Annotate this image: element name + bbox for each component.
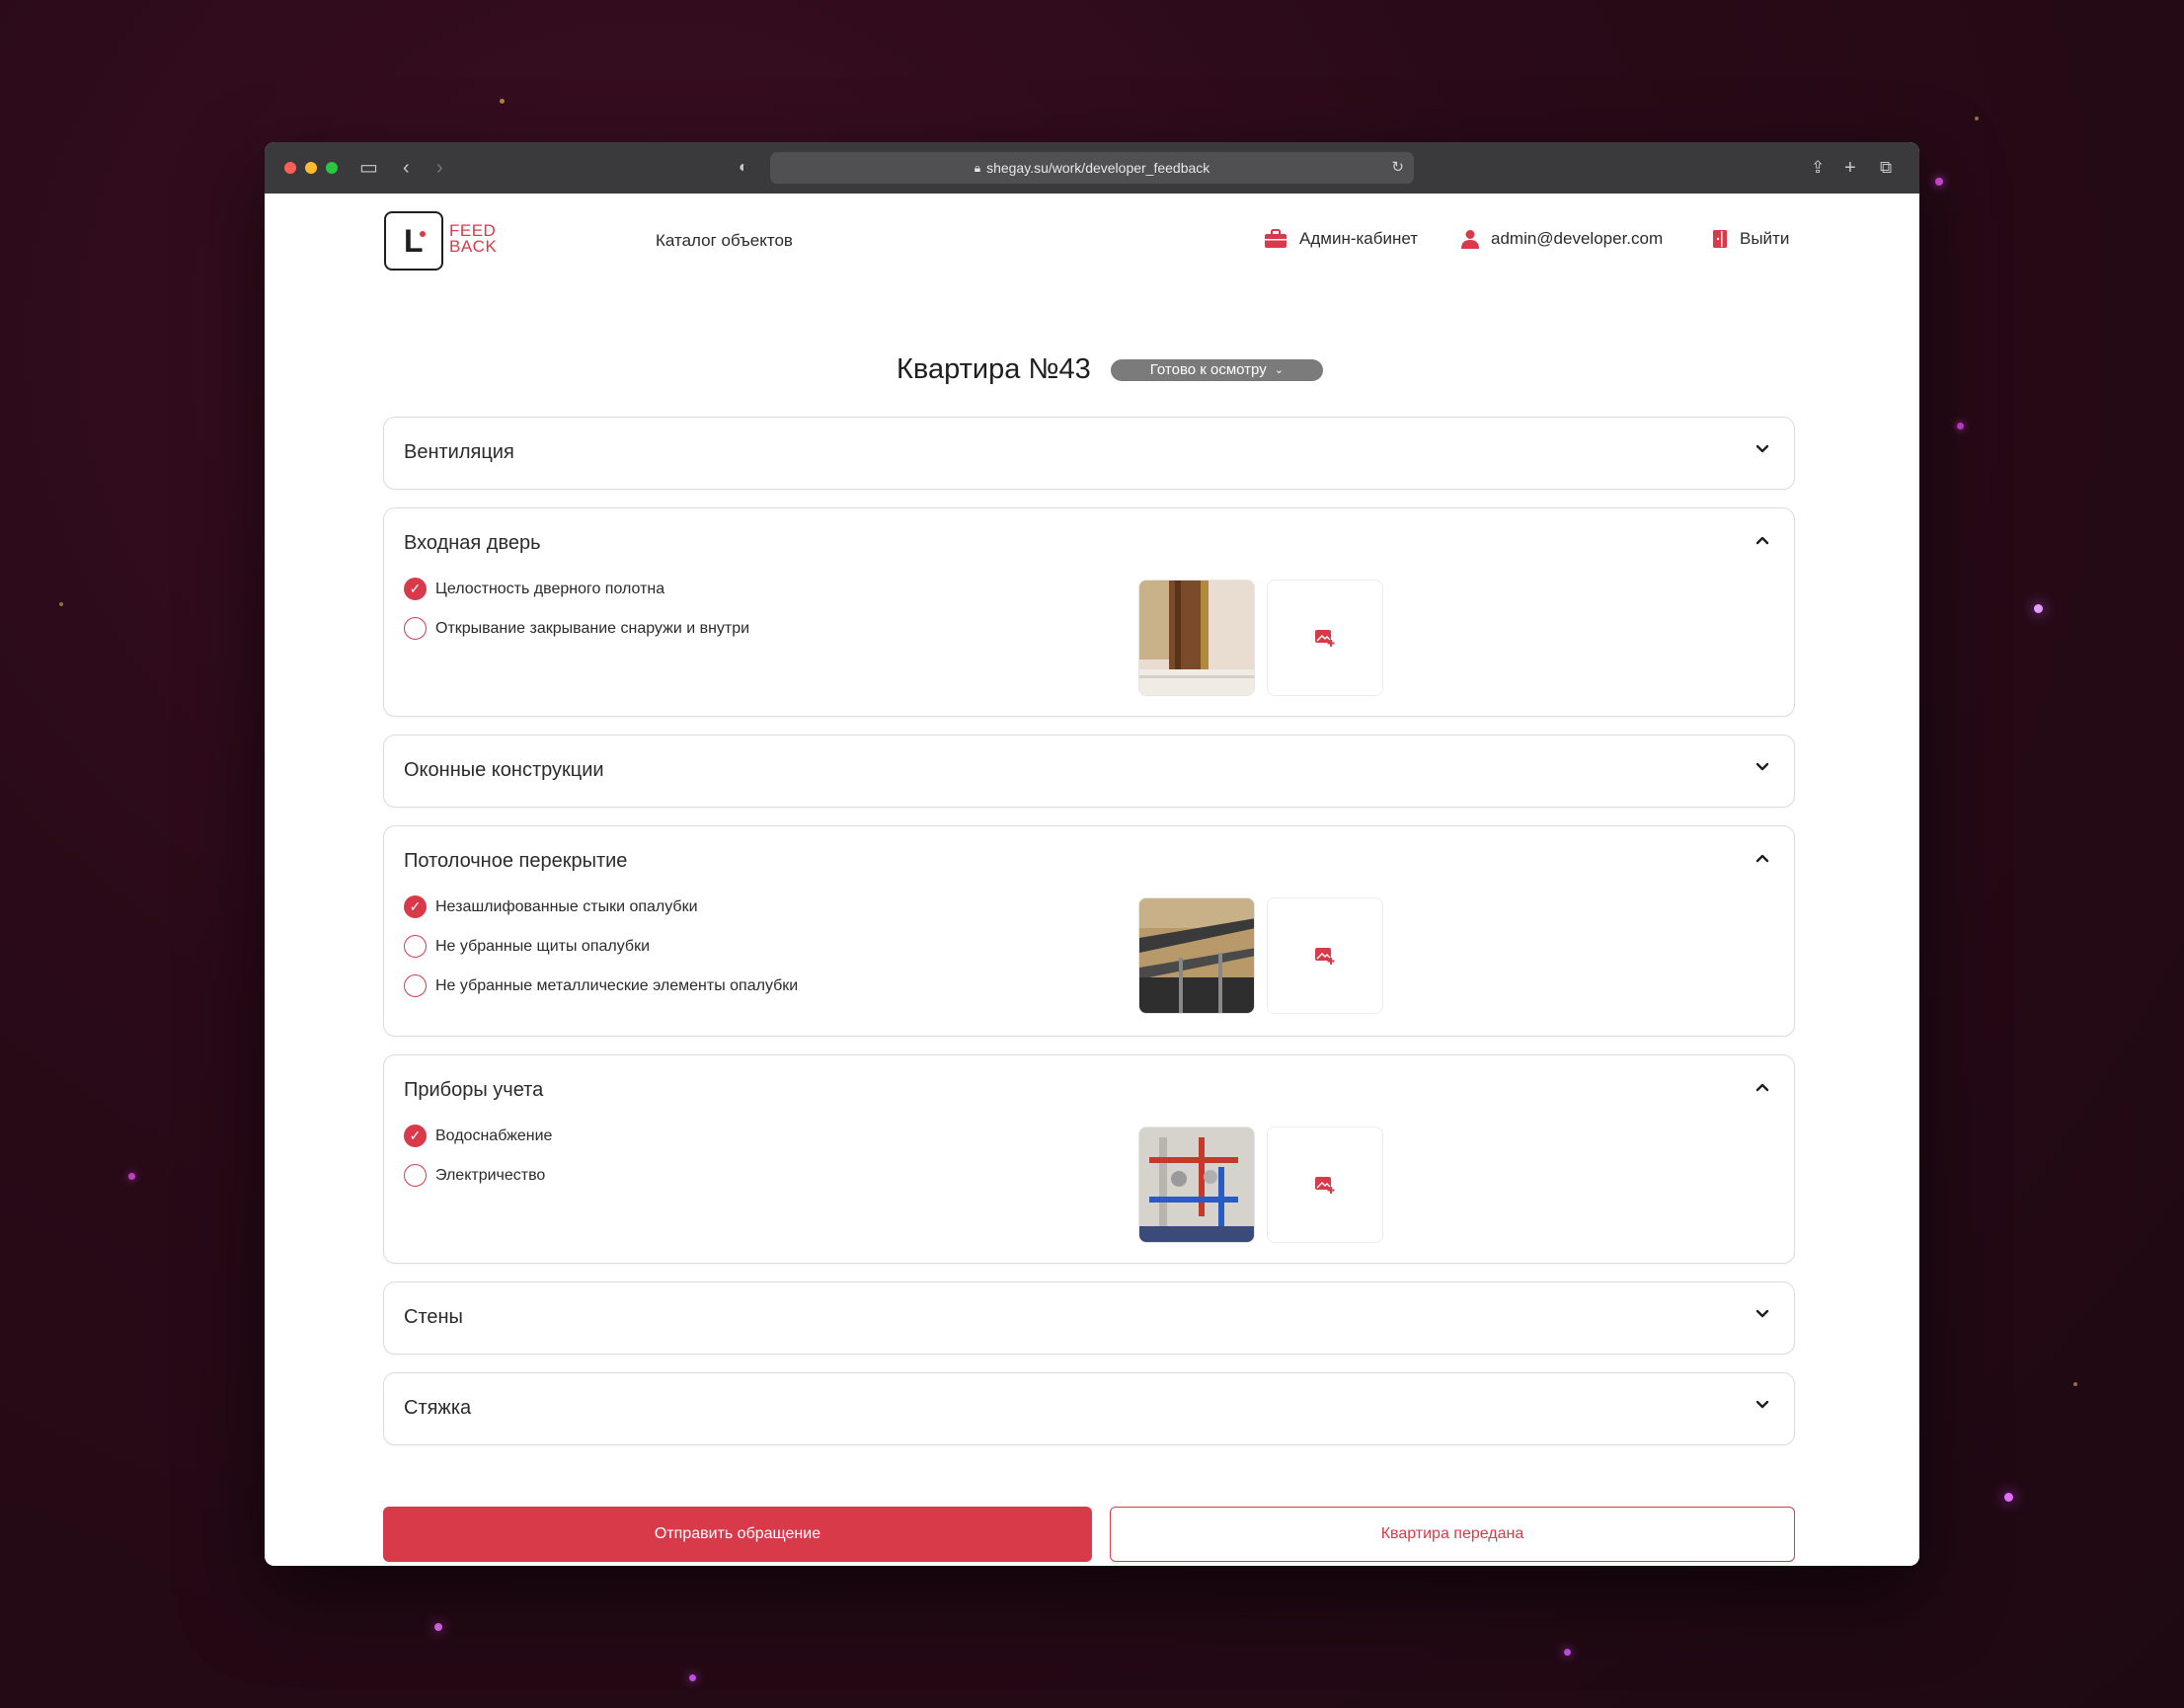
photo-thumbnail-door[interactable] [1138,580,1255,696]
browser-window: ▭ ‹ › ◐ 🔒︎ shegay.su/work/developer_feed… [265,142,1919,1566]
checkbox-checked[interactable]: ✓ [404,1125,427,1147]
title-row: Квартира №43 Готово к осмотру ⌄ [265,353,1919,386]
submit-request-button[interactable]: Отправить обращение [383,1507,1092,1562]
url-text: shegay.su/work/developer_feedback [986,160,1210,176]
photo-thumbnail-ceiling[interactable] [1138,897,1255,1014]
add-image-icon [1315,630,1335,647]
checkbox-unchecked[interactable] [404,1164,427,1187]
lock-icon: 🔒︎ [974,160,981,175]
chevron-down-icon: ⌄ [1274,364,1284,376]
add-image-icon [1315,948,1335,965]
admin-cabinet-link[interactable]: Админ-кабинет [1264,229,1418,249]
checkbox-unchecked[interactable] [404,974,427,997]
section-title: Приборы учета [404,1079,544,1101]
add-photo-button[interactable] [1267,1126,1383,1243]
checklist-item[interactable]: Открывание закрывание снаружи и внутри [404,617,749,640]
logo-text[interactable]: FEED BACK [449,222,497,255]
checkbox-checked[interactable]: ✓ [404,578,427,600]
section-screed[interactable]: Стяжка [383,1372,1795,1445]
section-title: Стяжка [404,1397,472,1419]
section-meters[interactable]: Приборы учета ✓ Водоснабжение Электричес… [383,1054,1795,1264]
tabs-overview-icon[interactable]: ⧉ [1880,156,1892,180]
checklist-item[interactable]: ✓ Целостность дверного полотна [404,578,664,600]
share-icon[interactable]: ⇪ [1811,156,1825,180]
status-dropdown[interactable]: Готово к осмотру ⌄ [1110,358,1323,381]
briefcase-icon [1265,229,1287,248]
section-walls[interactable]: Стены [383,1281,1795,1355]
checklist-item[interactable]: Не убранные металлические элементы опалу… [404,974,798,997]
apartment-handed-over-button[interactable]: Квартира передана [1110,1507,1795,1562]
checkbox-unchecked[interactable] [404,617,427,640]
door-exit-icon [1713,230,1727,248]
checklist-item[interactable]: ✓ Водоснабжение [404,1125,552,1147]
section-entrance-door[interactable]: Входная дверь ✓ Целостность дверного пол… [383,507,1795,717]
maximize-window-icon[interactable] [326,162,338,174]
page-content: L FEED BACK Каталог объектов Админ-кабин… [265,194,1919,1566]
chevron-up-icon[interactable] [1751,528,1774,552]
checklist-item[interactable]: Электричество [404,1164,545,1187]
section-title: Потолочное перекрытие [404,850,628,872]
photo-thumbnail-meters[interactable] [1138,1126,1255,1243]
add-image-icon [1315,1177,1335,1194]
chevron-up-icon[interactable] [1751,1075,1774,1099]
checkbox-checked[interactable]: ✓ [404,895,427,918]
chevron-up-icon[interactable] [1751,846,1774,870]
logout-link[interactable]: Выйти [1712,229,1789,249]
section-title: Вентиляция [404,441,514,463]
chevron-down-icon[interactable] [1751,437,1774,461]
window-controls [284,162,338,174]
close-window-icon[interactable] [284,162,296,174]
nav-catalog-link[interactable]: Каталог объектов [656,231,793,251]
reload-icon[interactable]: ↻ [1391,158,1404,176]
checklist-item[interactable]: ✓ Незашлифованные стыки опалубки [404,895,698,918]
minimize-window-icon[interactable] [305,162,317,174]
user-account-link[interactable]: admin@developer.com [1461,229,1663,249]
section-title: Оконные конструкции [404,759,604,781]
privacy-shield-icon[interactable]: ◐ [739,156,748,180]
chevron-down-icon[interactable] [1751,755,1774,779]
sidebar-toggle-icon[interactable]: ▭ [359,156,378,180]
address-bar[interactable]: 🔒︎ shegay.su/work/developer_feedback ↻ [770,152,1414,184]
section-ceiling[interactable]: Потолочное перекрытие ✓ Незашлифованные … [383,825,1795,1037]
section-ventilation[interactable]: Вентиляция [383,417,1795,490]
browser-titlebar: ▭ ‹ › ◐ 🔒︎ shegay.su/work/developer_feed… [265,142,1919,194]
user-icon [1461,230,1479,249]
add-photo-button[interactable] [1267,580,1383,696]
chevron-down-icon[interactable] [1751,1302,1774,1326]
section-window-structures[interactable]: Оконные конструкции [383,735,1795,808]
section-title: Входная дверь [404,532,541,554]
back-icon[interactable]: ‹ [403,156,410,180]
chevron-down-icon[interactable] [1751,1393,1774,1417]
new-tab-icon[interactable]: + [1844,156,1856,180]
logo[interactable]: L [384,211,443,271]
page-title: Квартира №43 [897,353,1091,385]
section-title: Стены [404,1306,463,1328]
checklist-item[interactable]: Не убранные щиты опалубки [404,935,650,958]
checkbox-unchecked[interactable] [404,935,427,958]
add-photo-button[interactable] [1267,897,1383,1014]
forward-icon[interactable]: › [436,156,443,180]
